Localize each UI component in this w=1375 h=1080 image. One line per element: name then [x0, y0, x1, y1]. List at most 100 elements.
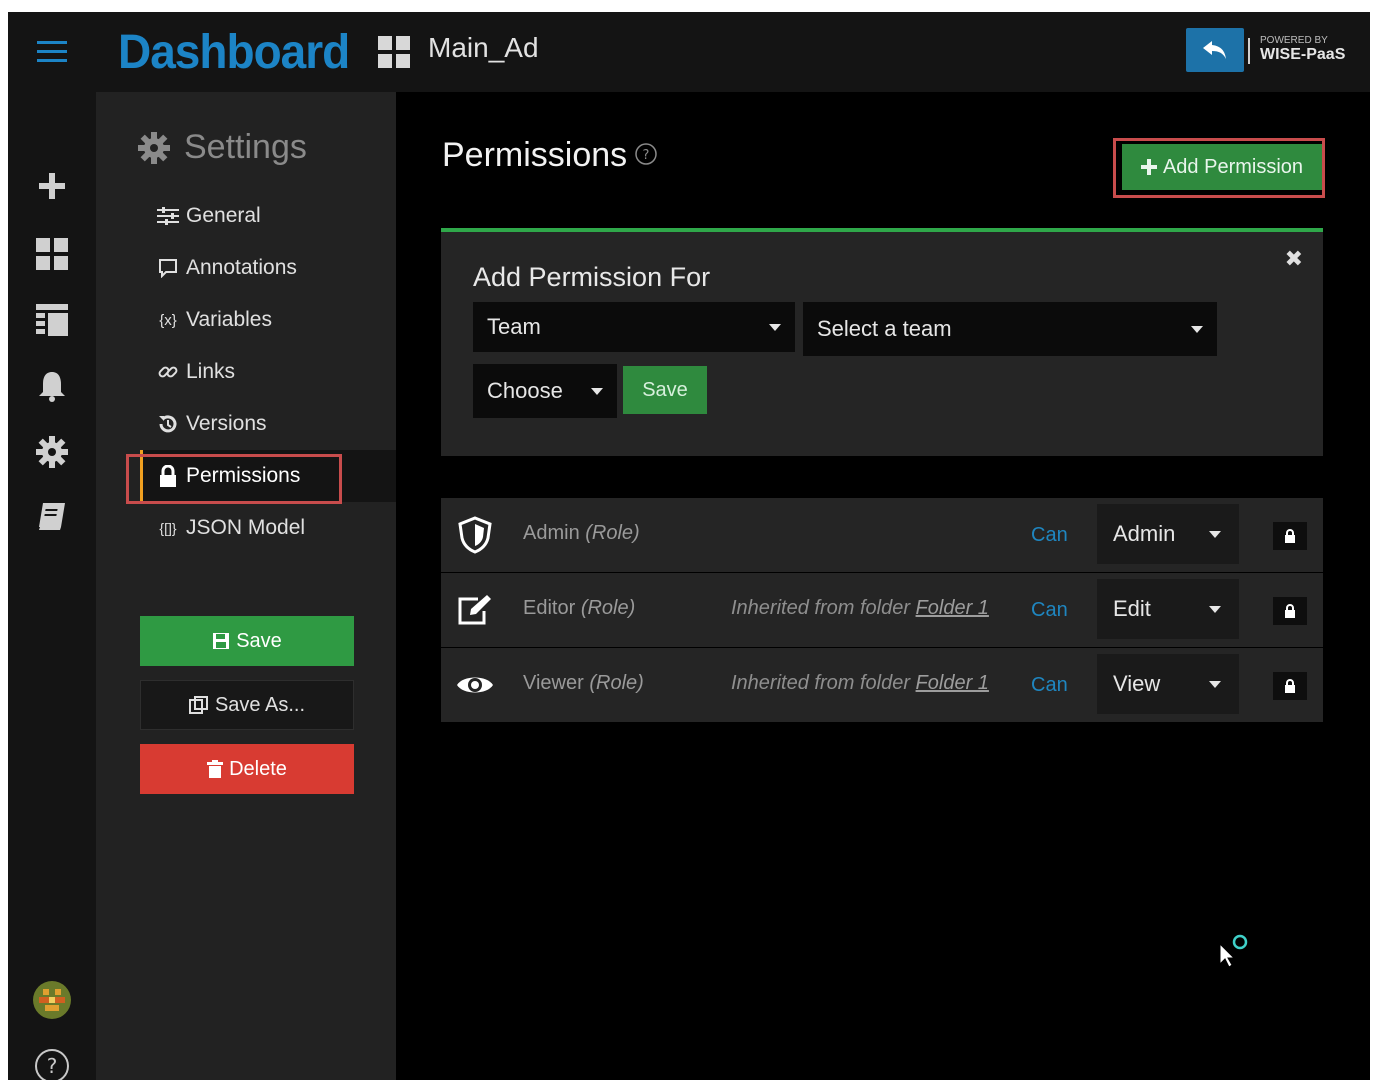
- back-button[interactable]: [1186, 28, 1244, 72]
- sidebar-item-general[interactable]: General: [156, 196, 261, 236]
- lock-button[interactable]: [1273, 672, 1307, 700]
- svg-text:?: ?: [47, 1054, 58, 1078]
- panel-save-button[interactable]: Save: [623, 366, 707, 414]
- permission-row-admin: Admin (Role) Can Admin: [441, 498, 1323, 572]
- inherited-note: Inherited from folder Folder 1: [731, 597, 989, 619]
- chevron-down-icon: [1191, 325, 1203, 333]
- divider: [1248, 38, 1250, 64]
- permission-level-dropdown[interactable]: Edit: [1097, 579, 1239, 639]
- role-name: Editor (Role): [523, 597, 636, 619]
- sliders-icon: [156, 207, 180, 225]
- comment-icon: [156, 258, 180, 278]
- link-icon: [156, 361, 180, 383]
- gear-icon: [138, 131, 170, 164]
- trash-icon: [207, 760, 224, 778]
- save-button[interactable]: Save: [140, 616, 354, 666]
- powered-by-label: POWERED BY: [1260, 35, 1328, 46]
- save-label: Save: [236, 629, 282, 652]
- permission-level-value: View: [1113, 671, 1161, 696]
- role-name: Admin (Role): [523, 522, 640, 544]
- chevron-down-icon: [1209, 605, 1221, 613]
- permission-level-value: Admin: [1113, 521, 1176, 546]
- inherited-note: Inherited from folder Folder 1: [731, 672, 989, 694]
- layout-icon[interactable]: [32, 300, 72, 340]
- settings-title-text: Settings: [184, 128, 307, 166]
- shield-icon: [455, 515, 495, 555]
- team-select[interactable]: Select a team: [803, 302, 1217, 356]
- permission-level-dropdown[interactable]: Admin: [1097, 504, 1239, 564]
- sidebar-item-label: Annotations: [186, 256, 297, 279]
- sidebar-item-links[interactable]: Links: [156, 352, 235, 392]
- permission-level-dropdown[interactable]: View: [1097, 654, 1239, 714]
- app-window: ? Dashboard Main_Ad POWERED BY WISE-PaaS…: [8, 12, 1370, 1080]
- settings-sidebar: Settings General Annotations {x} Variabl…: [96, 92, 396, 1080]
- reply-icon: [1203, 41, 1226, 59]
- sidebar-item-label: Versions: [186, 412, 267, 435]
- copy-icon: [188, 696, 208, 714]
- chevron-down-icon: [591, 387, 603, 395]
- dashboards-icon[interactable]: [32, 234, 72, 274]
- page-title: Permissions: [442, 136, 628, 174]
- close-icon[interactable]: ✖: [1285, 246, 1303, 272]
- save-as-button[interactable]: Save As...: [140, 680, 354, 730]
- lock-button[interactable]: [1273, 522, 1307, 550]
- floppy-icon: [213, 633, 230, 649]
- svg-text:?: ?: [643, 148, 650, 163]
- eye-icon: [455, 665, 495, 705]
- highlight-box: [126, 454, 342, 504]
- dashboard-name[interactable]: Main_Ad: [428, 32, 539, 64]
- team-select-value: Select a team: [817, 316, 952, 341]
- add-permission-panel: Add Permission For ✖ Team Select a team …: [441, 228, 1323, 456]
- sidebar-item-label: Variables: [186, 308, 272, 331]
- permission-level-value: Choose: [487, 378, 563, 403]
- brand-title[interactable]: Dashboard: [118, 23, 350, 80]
- folder-link[interactable]: Folder 1: [916, 672, 989, 694]
- lock-icon: [1285, 679, 1295, 693]
- role-name: Viewer (Role): [523, 672, 644, 694]
- delete-button[interactable]: Delete: [140, 744, 354, 794]
- sidebar-item-label: Links: [186, 360, 236, 383]
- wise-paas-logo: WISE-PaaS: [1260, 46, 1346, 63]
- can-label: Can: [1031, 524, 1068, 546]
- permission-level-value: Edit: [1113, 596, 1151, 621]
- settings-title: Settings: [138, 128, 307, 167]
- sidebar-item-json-model[interactable]: {[]} JSON Model: [156, 508, 305, 548]
- permission-row-viewer: Viewer (Role) Inherited from folder Fold…: [441, 648, 1323, 722]
- permission-type-select[interactable]: Team: [473, 302, 795, 352]
- can-label: Can: [1031, 599, 1068, 621]
- can-label: Can: [1031, 674, 1068, 696]
- chevron-down-icon: [769, 323, 781, 331]
- sidebar-item-variables[interactable]: {x} Variables: [156, 300, 272, 340]
- bell-icon[interactable]: [32, 366, 72, 406]
- question-circle-icon[interactable]: ?: [634, 142, 658, 171]
- side-rail: ?: [8, 12, 96, 1080]
- delete-label: Delete: [229, 757, 287, 780]
- permission-type-value: Team: [487, 314, 541, 339]
- variable-icon: {x}: [159, 311, 177, 329]
- edit-icon: [455, 590, 495, 630]
- sidebar-item-versions[interactable]: Versions: [156, 404, 267, 444]
- sidebar-item-annotations[interactable]: Annotations: [156, 248, 297, 288]
- plus-icon[interactable]: [32, 166, 72, 206]
- permission-row-editor: Editor (Role) Inherited from folder Fold…: [441, 573, 1323, 647]
- permission-level-select[interactable]: Choose: [473, 364, 617, 418]
- lock-icon: [1285, 604, 1295, 618]
- gear-icon[interactable]: [32, 432, 72, 472]
- lock-button[interactable]: [1273, 597, 1307, 625]
- save-as-label: Save As...: [214, 693, 306, 716]
- panel-title: Add Permission For: [473, 262, 711, 292]
- sidebar-item-label: General: [186, 204, 261, 227]
- chevron-down-icon: [1209, 680, 1221, 688]
- json-icon: {[]}: [159, 520, 177, 536]
- menu-icon[interactable]: [32, 32, 72, 72]
- sidebar-item-label: JSON Model: [186, 516, 306, 539]
- dashboard-grid-icon: [378, 36, 410, 73]
- lock-icon: [1285, 529, 1295, 543]
- avatar[interactable]: [32, 980, 72, 1020]
- folder-link[interactable]: Folder 1: [916, 597, 989, 619]
- book-icon[interactable]: [32, 496, 72, 536]
- help-icon[interactable]: ?: [32, 1046, 72, 1080]
- top-bar: Dashboard Main_Ad POWERED BY WISE-PaaS: [96, 12, 1370, 92]
- main-content: Permissions ? Add Permission Add Permiss…: [396, 92, 1370, 1080]
- mouse-cursor-icon: [1218, 934, 1254, 975]
